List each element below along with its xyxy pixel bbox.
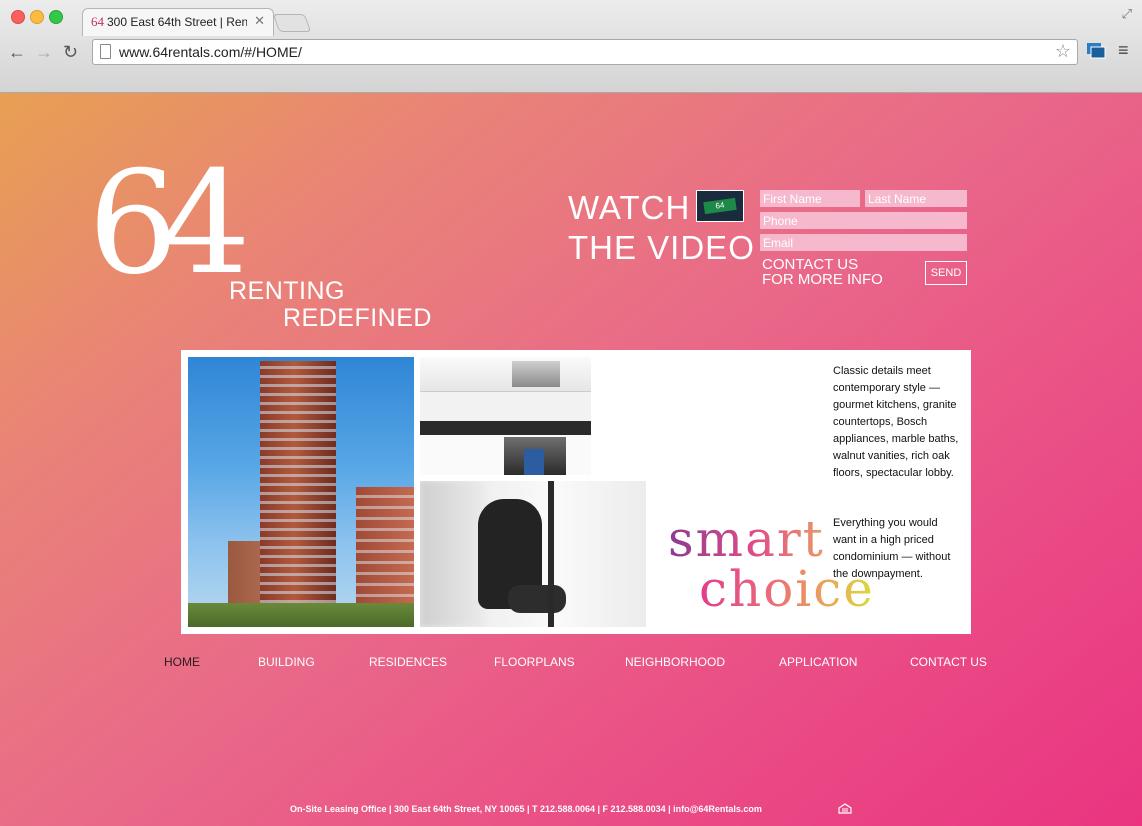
address-bar[interactable]: www.64rentals.com/#/HOME/ ☆: [92, 39, 1078, 65]
nav-building[interactable]: BUILDING: [258, 655, 315, 669]
page-icon: [100, 44, 111, 59]
tab-close-icon[interactable]: ✕: [254, 13, 265, 29]
lifestyle-photo: [420, 481, 646, 627]
watch-video-link-line2[interactable]: THE VIDEO: [568, 229, 755, 267]
kitchen-photo: [420, 357, 591, 475]
close-window-button[interactable]: [11, 10, 25, 24]
favicon-icon: 64: [91, 14, 104, 29]
nav-residences[interactable]: RESIDENCES: [369, 655, 447, 669]
nav-neighborhood[interactable]: NEIGHBORHOOD: [625, 655, 725, 669]
browser-tab[interactable]: 64 300 East 64th Street | Rent ✕: [82, 8, 274, 36]
zoom-window-button[interactable]: [49, 10, 63, 24]
photo-blur-foreground: [420, 481, 484, 627]
first-name-input[interactable]: First Name: [760, 190, 860, 207]
browser-menu-icon[interactable]: ≡: [1118, 40, 1129, 61]
video-thumbnail[interactable]: 64: [696, 190, 744, 222]
extension-icon[interactable]: [1086, 42, 1106, 60]
kitchen-counter: [420, 421, 591, 435]
tab-title: 300 East 64th Street | Rent: [107, 15, 247, 29]
photo-figure-legs: [508, 585, 566, 613]
footer-contact-info: On-Site Leasing Office | 300 East 64th S…: [290, 804, 762, 814]
nav-application[interactable]: APPLICATION: [779, 655, 857, 669]
minimize-window-button[interactable]: [30, 10, 44, 24]
page-content: 64 RENTING REDEFINED WATCH THE VIDEO 64 …: [0, 93, 1142, 826]
bookmark-star-icon[interactable]: ☆: [1055, 41, 1071, 62]
building-ground: [188, 603, 414, 627]
logo-number[interactable]: 64: [88, 153, 251, 295]
kitchen-cabinets: [420, 357, 591, 392]
feature-description-1: Classic details meet contemporary style …: [833, 365, 959, 479]
nav-home[interactable]: HOME: [164, 655, 200, 669]
street-sign-thumb: 64: [703, 197, 737, 215]
building-photo: [188, 357, 414, 627]
feature-panel: smart choice Classic details meet contem…: [181, 350, 971, 634]
reload-button[interactable]: ↻: [63, 42, 78, 63]
logo-tagline-line2: REDEFINED: [283, 304, 432, 332]
feature-description-2: Everything you would want in a high pric…: [833, 517, 951, 580]
contact-line2: FOR MORE INFO: [762, 271, 883, 288]
kitchen-towel: [524, 449, 544, 475]
new-tab-button[interactable]: [272, 14, 312, 32]
kitchen-microwave: [512, 361, 560, 387]
browser-chrome: 64 300 East 64th Street | Rent ✕ ⤢ ← → ↻…: [0, 0, 1142, 93]
forward-button[interactable]: →: [35, 42, 53, 63]
contact-line1: CONTACT US: [762, 256, 859, 273]
last-name-input[interactable]: Last Name: [865, 190, 967, 207]
nav-contact-us[interactable]: CONTACT US: [910, 655, 987, 669]
url-text: www.64rentals.com/#/HOME/: [119, 44, 302, 60]
send-button[interactable]: SEND: [925, 261, 967, 285]
back-button[interactable]: ←: [8, 42, 26, 63]
logo-tagline-line1: RENTING: [229, 277, 345, 305]
photo-window-post: [548, 481, 554, 627]
watch-video-link-line1[interactable]: WATCH: [568, 189, 690, 227]
building-tower-windows: [260, 361, 336, 627]
equal-housing-icon: [838, 803, 852, 814]
phone-input[interactable]: Phone: [760, 212, 967, 229]
fullscreen-icon[interactable]: ⤢: [1122, 6, 1132, 22]
email-input[interactable]: Email: [760, 234, 967, 251]
nav-floorplans[interactable]: FLOORPLANS: [494, 655, 575, 669]
headline-smart: smart: [668, 510, 825, 568]
contact-prompt: CONTACT US FOR MORE INFO: [762, 257, 883, 287]
